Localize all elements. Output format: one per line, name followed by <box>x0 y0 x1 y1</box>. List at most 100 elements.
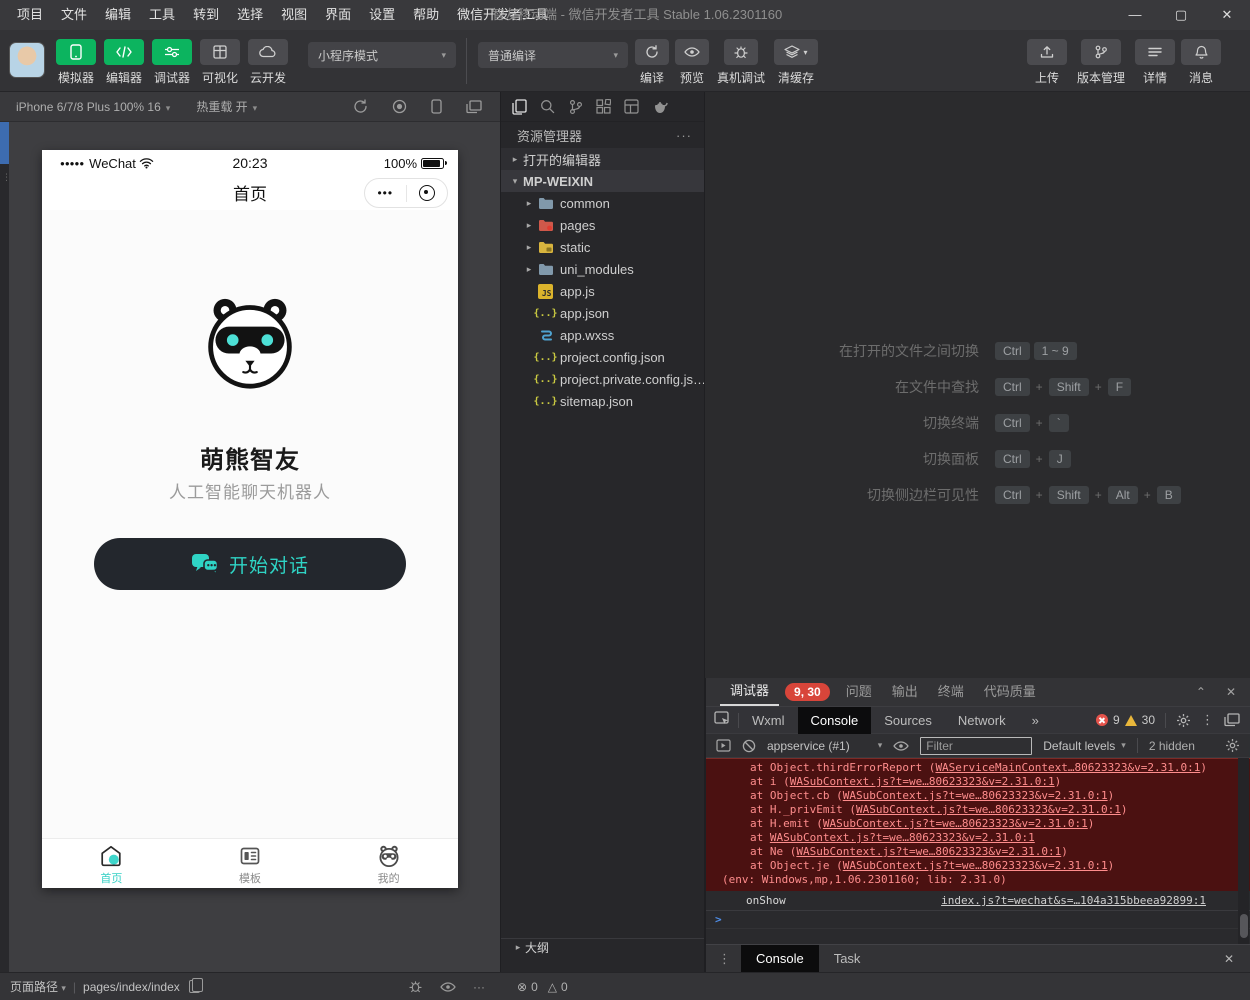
kebab-menu-icon[interactable]: ⋮ <box>706 951 741 967</box>
stack-link[interactable]: WASubContext.js?t=we…80623323&v=2.31.0:1 <box>790 775 1055 788</box>
settings-gear-icon[interactable] <box>1176 713 1191 728</box>
search-icon[interactable] <box>540 99 555 114</box>
record-icon[interactable] <box>392 99 407 114</box>
panel-drag-strip[interactable]: ⋮ <box>0 122 9 972</box>
resume-icon[interactable] <box>716 739 731 752</box>
filter-input[interactable] <box>920 737 1032 755</box>
files-icon[interactable] <box>512 99 527 115</box>
compile-button[interactable]: 编译 <box>632 39 672 86</box>
console-settings-icon[interactable] <box>1225 738 1240 753</box>
maximize-button[interactable]: ▢ <box>1158 0 1204 30</box>
visualization-toggle-button[interactable]: 可视化 <box>196 39 244 86</box>
tab-sources[interactable]: Sources <box>871 707 945 734</box>
simulator-toggle-button[interactable]: 模拟器 <box>52 39 100 86</box>
problems-summary[interactable]: ⊗ 0 △ 0 <box>517 980 568 994</box>
menu-interface[interactable]: 界面 <box>316 0 360 30</box>
file-project-config[interactable]: {..} project.config.json <box>501 346 704 368</box>
tab-profile[interactable]: 我的 <box>319 839 458 888</box>
file-app-js[interactable]: JS app.js <box>501 280 704 302</box>
stack-link[interactable]: WASubContext.js?t=we…80623323&v=2.31.0:1 <box>843 789 1108 802</box>
menu-help[interactable]: 帮助 <box>404 0 448 30</box>
bottom-tab-console[interactable]: Console <box>741 945 819 973</box>
restart-icon[interactable] <box>353 99 368 114</box>
clear-cache-button[interactable]: ▾ 清缓存 <box>770 39 822 86</box>
page-path-select[interactable]: 页面路径 ▾ <box>10 978 66 995</box>
outline-section[interactable]: ▸ 大纲 <box>501 938 704 956</box>
close-panel-icon[interactable]: ✕ <box>1226 685 1236 699</box>
tab-code-quality[interactable]: 代码质量 <box>974 679 1046 705</box>
console-prompt[interactable]: > <box>706 911 1250 929</box>
levels-select[interactable]: Default levels ▾ <box>1043 739 1126 753</box>
hot-reload-toggle[interactable]: 热重载 开▾ <box>196 98 257 115</box>
cloud-dev-button[interactable]: 云开发 <box>244 39 292 86</box>
debugger-toggle-button[interactable]: 调试器 <box>148 39 196 86</box>
kebab-menu-icon[interactable]: ⋮ <box>1191 712 1224 728</box>
menu-project[interactable]: 项目 <box>8 0 52 30</box>
more-icon[interactable]: ··· <box>473 980 485 994</box>
bottom-tab-task[interactable]: Task <box>819 945 876 973</box>
folder-pages[interactable]: ▸ pages <box>501 214 704 236</box>
tab-network[interactable]: Network <box>945 707 1019 734</box>
folder-static[interactable]: ▸ static <box>501 236 704 258</box>
clear-console-icon[interactable] <box>742 739 756 753</box>
stack-link[interactable]: WASubContext.js?t=we…80623323&v=2.31.0:1 <box>770 831 1035 844</box>
menu-settings[interactable]: 设置 <box>360 0 404 30</box>
capsule-more-button[interactable]: ••• <box>365 186 406 200</box>
menu-view[interactable]: 视图 <box>272 0 316 30</box>
tab-home[interactable]: 首页 <box>42 839 181 888</box>
messages-button[interactable]: 消息 <box>1178 39 1224 86</box>
preview-button[interactable]: 预览 <box>672 39 712 86</box>
tab-wxml[interactable]: Wxml <box>739 707 798 734</box>
menu-tools[interactable]: 工具 <box>140 0 184 30</box>
tab-debugger[interactable]: 调试器 <box>720 678 779 706</box>
upload-button[interactable]: 上传 <box>1024 39 1070 86</box>
folder-common[interactable]: ▸ common <box>501 192 704 214</box>
file-project-private-config[interactable]: {..} project.private.config.js… <box>501 368 704 390</box>
tab-template[interactable]: 模板 <box>181 839 320 888</box>
device-select[interactable]: iPhone 6/7/8 Plus 100% 16▾ <box>16 100 170 114</box>
menu-edit[interactable]: 编辑 <box>96 0 140 30</box>
tab-console[interactable]: Console <box>798 707 872 734</box>
tab-terminal[interactable]: 终端 <box>928 679 974 705</box>
menu-file[interactable]: 文件 <box>52 0 96 30</box>
vconsole-bug-icon[interactable] <box>408 980 423 993</box>
version-control-button[interactable]: 版本管理 <box>1070 39 1132 86</box>
tab-problems[interactable]: 问题 <box>836 679 882 705</box>
open-editors-section[interactable]: ▸ 打开的编辑器 <box>501 148 704 170</box>
extensions-icon[interactable] <box>596 99 611 114</box>
start-chat-button[interactable]: 开始对话 <box>94 538 406 590</box>
close-button[interactable]: ✕ <box>1204 0 1250 30</box>
source-control-icon[interactable] <box>568 99 583 115</box>
preview-eye-icon[interactable] <box>440 982 456 992</box>
file-sitemap-json[interactable]: {..} sitemap.json <box>501 390 704 412</box>
tab-output[interactable]: 输出 <box>882 679 928 705</box>
file-app-wxss[interactable]: app.wxss <box>501 324 704 346</box>
teapot-icon[interactable] <box>652 100 669 114</box>
multi-window-icon[interactable] <box>466 100 482 114</box>
popout-icon[interactable] <box>1224 713 1240 727</box>
editor-toggle-button[interactable]: 编辑器 <box>100 39 148 86</box>
device-debug-button[interactable]: 真机调试 <box>712 39 770 86</box>
compile-mode-select[interactable]: 普通编译 ▾ <box>478 42 628 68</box>
scrollbar-thumb[interactable] <box>1240 914 1248 938</box>
context-select[interactable]: appservice (#1) ▾ <box>767 739 882 753</box>
collapse-panel-icon[interactable]: ⌃ <box>1196 685 1206 699</box>
stack-link[interactable]: WASubContext.js?t=we…80623323&v=2.31.0:1 <box>796 845 1061 858</box>
copy-path-icon[interactable] <box>189 980 200 993</box>
menu-select[interactable]: 选择 <box>228 0 272 30</box>
rotate-device-icon[interactable] <box>431 99 442 114</box>
details-button[interactable]: 详情 <box>1132 39 1178 86</box>
file-app-json[interactable]: {..} app.json <box>501 302 704 324</box>
more-actions-icon[interactable]: ··· <box>676 128 692 143</box>
folder-uni-modules[interactable]: ▸ uni_modules <box>501 258 704 280</box>
eye-icon[interactable] <box>893 741 909 751</box>
source-link[interactable]: index.js?t=wechat&s=…104a315bbeea92899:1 <box>941 891 1206 910</box>
console-scrollbar[interactable] <box>1238 758 1249 944</box>
inspect-icon[interactable] <box>714 711 730 726</box>
close-console-icon[interactable]: ✕ <box>1224 952 1250 966</box>
mode-select[interactable]: 小程序模式 ▾ <box>308 42 456 68</box>
stack-link[interactable]: WAServiceMainContext…80623323&v=2.31.0:1 <box>935 761 1200 774</box>
minimize-button[interactable]: — <box>1112 0 1158 30</box>
menu-goto[interactable]: 转到 <box>184 0 228 30</box>
stack-link[interactable]: WASubContext.js?t=we…80623323&v=2.31.0:1 <box>843 859 1108 872</box>
